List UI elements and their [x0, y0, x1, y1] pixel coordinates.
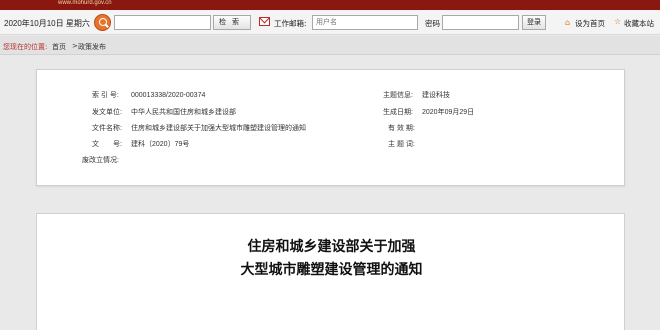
- search-button[interactable]: 检索: [213, 15, 251, 30]
- current-date: 2020年10月10日 星期六: [4, 19, 90, 28]
- search-input[interactable]: [114, 15, 211, 30]
- breadcrumb-separator: >: [72, 42, 78, 50]
- password-input[interactable]: [442, 15, 519, 30]
- breadcrumb: 您现在的位置: 首页 > 政策发布: [0, 36, 660, 55]
- article-title-line-2: 大型城市雕塑建设管理的通知: [240, 262, 423, 278]
- date-value: 2020年09月29日: [422, 109, 475, 116]
- filename-value: 住房和城乡建设部关于加强大型城市雕塑建设管理的通知: [131, 125, 306, 132]
- mail-icon[interactable]: [259, 17, 270, 26]
- login-button[interactable]: 登录: [522, 15, 546, 30]
- validity-label: 有 效 期:: [388, 125, 415, 132]
- issuer-value: 中华人民共和国住房和城乡建设部: [131, 109, 236, 116]
- doc-number-label: 文 号:: [92, 141, 122, 148]
- search-icon[interactable]: [94, 14, 111, 31]
- topic-value: 建设科技: [422, 92, 450, 99]
- keywords-label: 主 题 词:: [388, 141, 415, 148]
- breadcrumb-home-link[interactable]: 首页: [52, 42, 66, 52]
- article-card: 住房和城乡建设部关于加强 大型城市雕塑建设管理的通知: [36, 213, 625, 330]
- work-mail-label: 工作邮箱:: [274, 19, 307, 28]
- index-label: 索 引 号:: [92, 92, 119, 99]
- filename-label: 文件名称:: [92, 125, 122, 132]
- home-icon[interactable]: ⌂: [565, 18, 570, 27]
- set-homepage-link[interactable]: 设为首页: [575, 18, 605, 29]
- breadcrumb-current-link[interactable]: 政策发布: [78, 42, 106, 52]
- index-value: 000013338/2020-00374: [131, 92, 206, 99]
- add-favorite-link[interactable]: 收藏本站: [624, 18, 654, 29]
- username-input[interactable]: [312, 15, 418, 30]
- breadcrumb-label: 您现在的位置:: [3, 43, 48, 51]
- date-label: 生成日期:: [383, 109, 413, 116]
- document-info-card: 索 引 号: 000013338/2020-00374 主题信息: 建设科技 发…: [36, 69, 625, 186]
- password-label: 密码: [425, 19, 440, 28]
- top-banner: www.mohurd.gov.cn: [0, 0, 660, 10]
- doc-number-value: 建科〔2020〕79号: [131, 141, 190, 148]
- toolbar: 2020年10月10日 星期六 检索 工作邮箱: 密码 登录 ⌂ 设为首页 ☆ …: [0, 10, 660, 35]
- topic-label: 主题信息:: [383, 92, 413, 99]
- favorite-icon[interactable]: ☆: [614, 17, 621, 26]
- article-title-line-1: 住房和城乡建设部关于加强: [247, 239, 416, 255]
- abolish-label: 废改立情况:: [82, 157, 119, 164]
- site-url: www.mohurd.gov.cn: [58, 0, 112, 6]
- issuer-label: 发文单位:: [92, 109, 122, 116]
